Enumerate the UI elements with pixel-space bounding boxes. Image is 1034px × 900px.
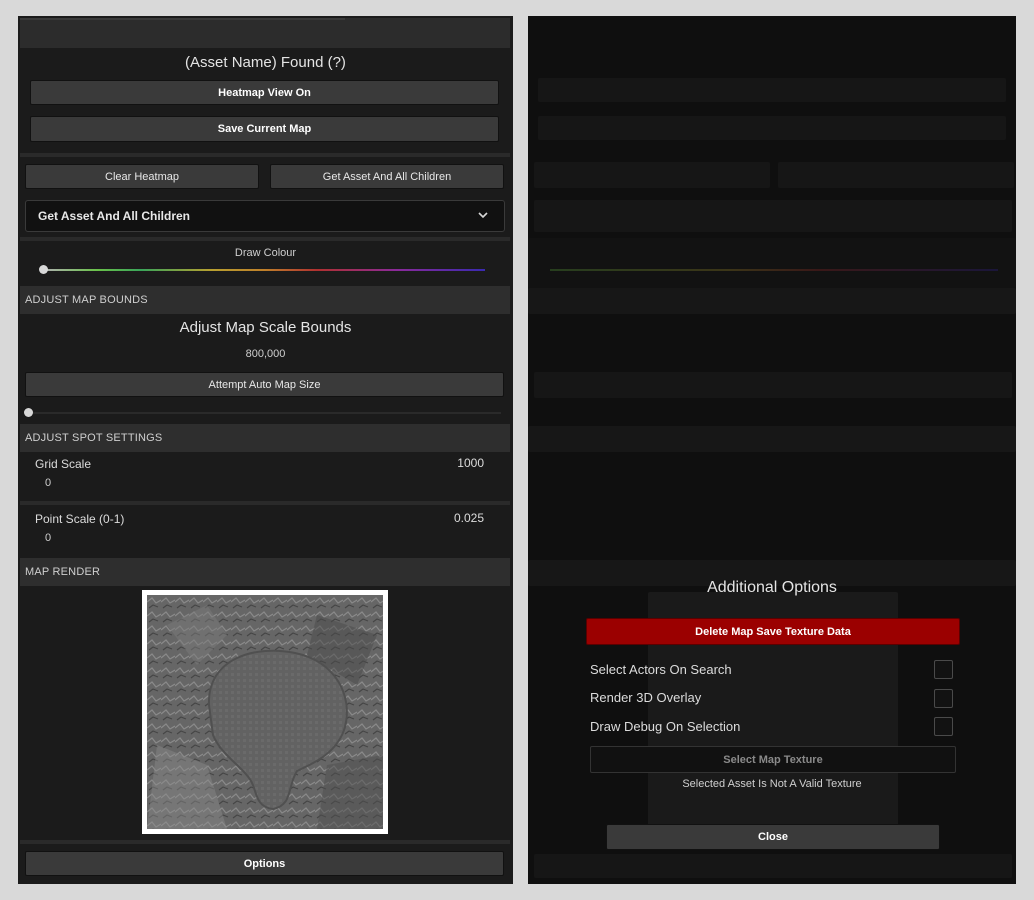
map-scale-slider-handle[interactable] <box>24 408 33 417</box>
clear-heatmap-button[interactable]: Clear Heatmap <box>25 164 259 189</box>
map-scale-title: Adjust Map Scale Bounds <box>179 319 352 336</box>
panel-header-bar <box>20 18 510 48</box>
divider <box>20 153 510 157</box>
point-scale-label: Point Scale (0-1) <box>35 512 125 526</box>
grid-scale-label: Grid Scale <box>35 457 92 471</box>
divider <box>20 501 510 505</box>
options-button[interactable]: Options <box>25 851 504 876</box>
map-bounds-header: ADJUST MAP BOUNDS <box>20 286 510 314</box>
draw-colour-label: Draw Colour <box>234 247 297 259</box>
grid-scale-max: 1000 <box>457 456 484 470</box>
heatmap-view-button[interactable]: Heatmap View On <box>30 80 499 105</box>
chevron-down-icon <box>478 212 488 219</box>
render-3d-checkbox[interactable] <box>934 689 953 708</box>
select-map-texture-button[interactable]: Select Map Texture <box>590 746 956 773</box>
asset-title: (Asset Name) Found (?) <box>185 54 346 71</box>
modal-title: Additional Options <box>707 579 837 596</box>
dropdown-value: Get Asset And All Children <box>38 209 191 223</box>
draw-debug-checkbox[interactable] <box>934 717 953 736</box>
grid-scale-min[interactable]: 0 <box>45 477 51 489</box>
divider <box>20 237 510 241</box>
colour-slider-handle[interactable] <box>39 265 48 274</box>
map-scale-value: 800,000 <box>245 348 286 360</box>
point-scale-max: 0.025 <box>453 511 484 525</box>
render-3d-label: Render 3D Overlay <box>590 690 702 705</box>
close-button[interactable]: Close <box>606 824 940 850</box>
draw-debug-label: Draw Debug On Selection <box>590 719 741 734</box>
terrain-map-image <box>147 595 383 829</box>
spot-settings-header: ADJUST SPOT SETTINGS <box>20 424 510 452</box>
point-scale-min[interactable]: 0 <box>45 532 51 544</box>
get-children-button[interactable]: Get Asset And All Children <box>270 164 504 189</box>
colour-slider-track[interactable] <box>44 269 485 271</box>
map-render-header: MAP RENDER <box>20 558 510 586</box>
header-accent <box>20 18 345 20</box>
delete-texture-data-button[interactable]: Delete Map Save Texture Data <box>586 618 960 645</box>
save-map-button[interactable]: Save Current Map <box>30 116 499 142</box>
map-render-frame <box>142 590 388 834</box>
select-actors-checkbox[interactable] <box>934 660 953 679</box>
map-scale-slider-track[interactable] <box>28 412 501 414</box>
select-actors-label: Select Actors On Search <box>590 662 732 677</box>
auto-map-size-button[interactable]: Attempt Auto Map Size <box>25 372 504 397</box>
texture-status-text: Selected Asset Is Not A Valid Texture <box>682 778 862 790</box>
heatmap-panel: (Asset Name) Found (?) Heatmap View On S… <box>18 16 513 884</box>
options-overlay-panel: Additional Options Delete Map Save Textu… <box>528 16 1016 884</box>
search-mode-dropdown[interactable]: Get Asset And All Children <box>25 200 505 232</box>
divider <box>20 840 510 844</box>
